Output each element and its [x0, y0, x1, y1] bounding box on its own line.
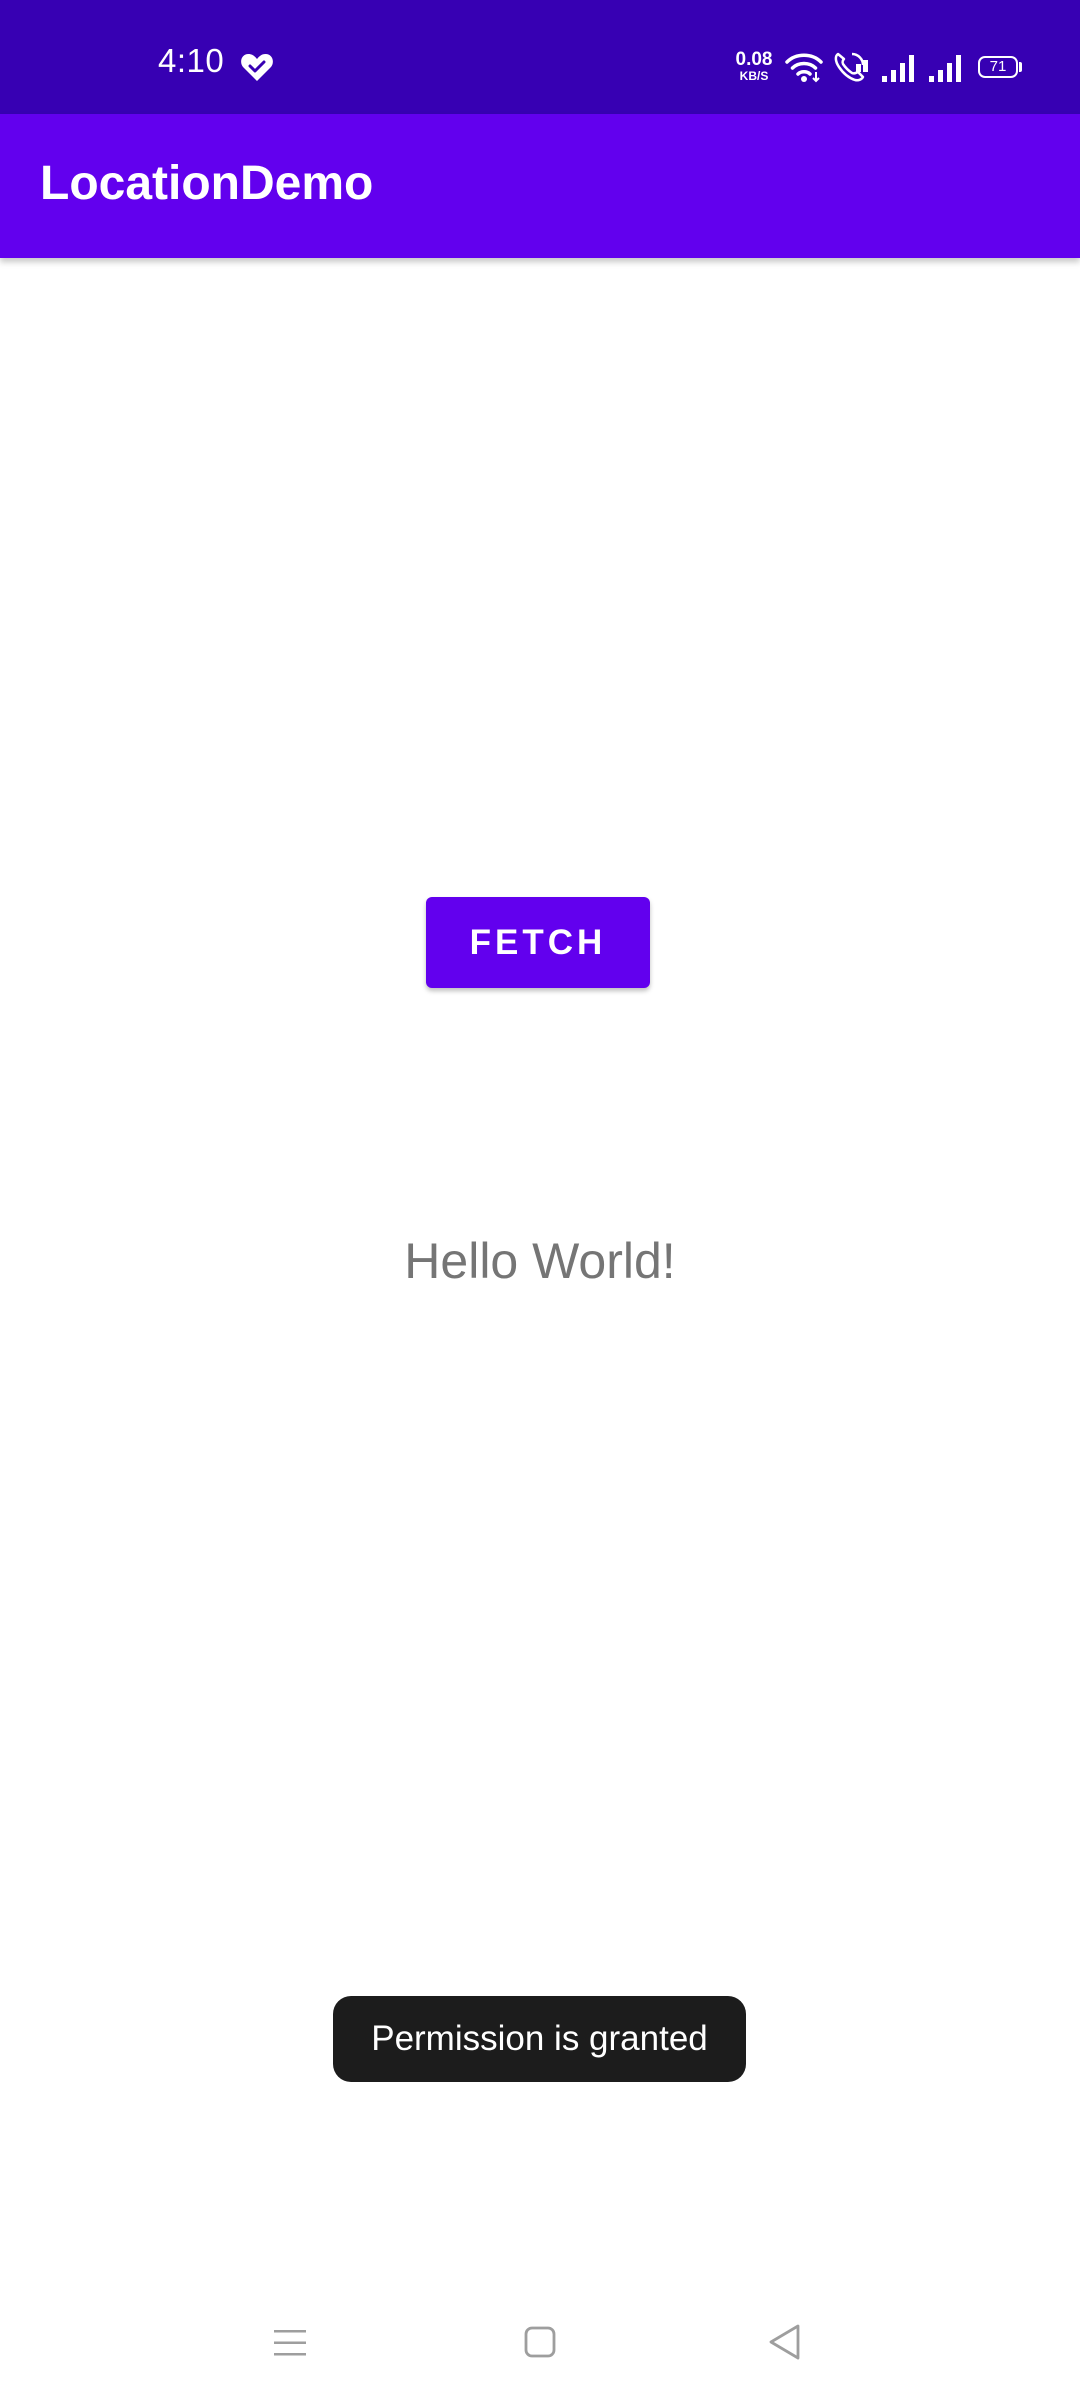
battery-level: 71: [989, 58, 1007, 75]
back-icon[interactable]: [766, 2322, 802, 2362]
network-speed-unit: KB/S: [739, 69, 769, 83]
call-icon: [834, 52, 868, 82]
network-speed: 0.08 KB/S: [732, 50, 776, 82]
heart-icon: [241, 54, 273, 81]
app-screen: 4:10 0.08 KB/S 71 LocationDemo FETCH Hel…: [0, 0, 1080, 2400]
app-title: LocationDemo: [40, 157, 374, 210]
toast-message: Permission is granted: [333, 1996, 746, 2082]
battery-tip: [1019, 62, 1022, 72]
fetch-button[interactable]: FETCH: [426, 897, 650, 988]
status-bar: 4:10 0.08 KB/S 71: [0, 0, 1080, 114]
menu-icon[interactable]: [272, 2326, 308, 2360]
app-bar: LocationDemo: [0, 114, 1080, 258]
signal-icon: [929, 55, 961, 82]
signal-icon: [882, 55, 914, 82]
status-time: 4:10: [158, 42, 225, 79]
battery-icon: 71: [978, 56, 1018, 78]
home-icon[interactable]: [523, 2325, 557, 2359]
wifi-icon: [785, 53, 823, 83]
hello-text: Hello World!: [404, 1233, 676, 1289]
network-speed-value: 0.08: [735, 49, 773, 70]
